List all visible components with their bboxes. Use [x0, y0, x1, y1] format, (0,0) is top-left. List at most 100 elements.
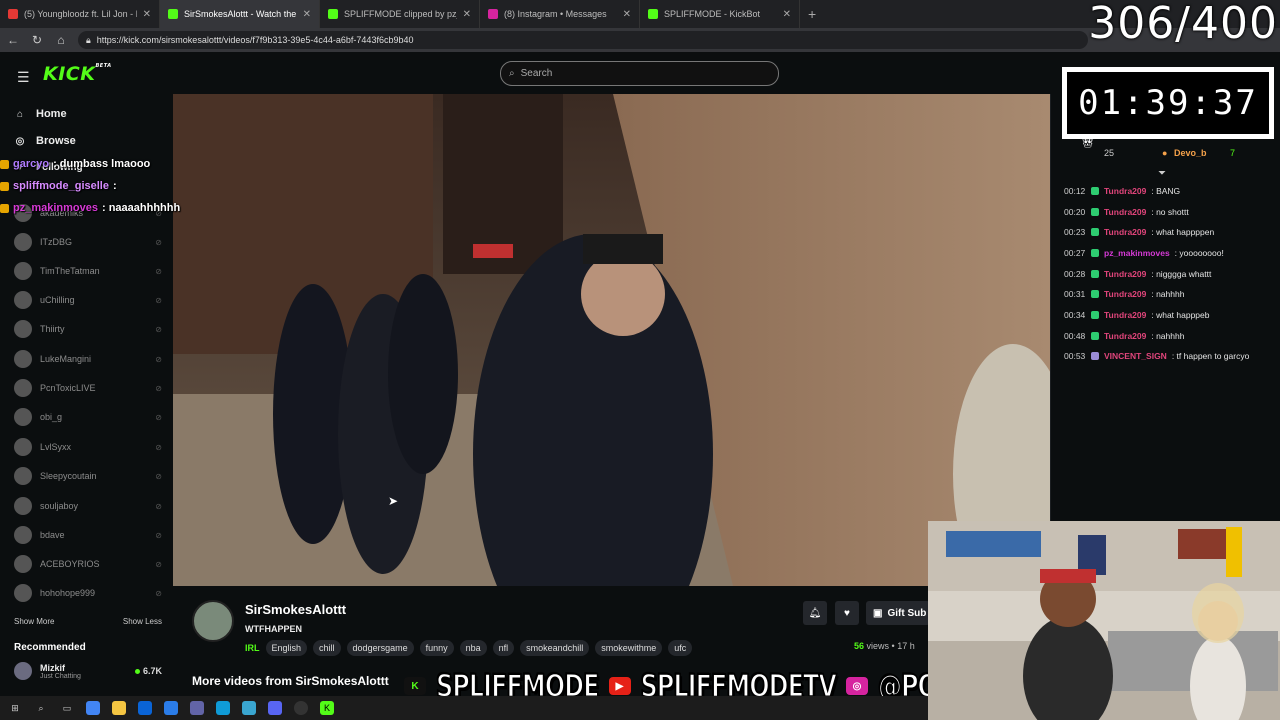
offline-icon: ⊘ [155, 412, 162, 422]
show-more-button[interactable]: Show More [14, 617, 54, 626]
chat-top-gifters: 👑︎ 25 ● Devo_b 7 [1082, 138, 1236, 158]
tag[interactable]: ufc [668, 640, 693, 656]
close-icon[interactable]: ✕ [143, 9, 151, 20]
channel-item[interactable]: TimTheTatman ⊘ [14, 262, 162, 280]
browser-tab[interactable]: SPLIFFMODE clipped by pz_makin✕ [320, 0, 480, 28]
channel-item[interactable]: ACEBOYRIOS ⊘ [14, 555, 162, 573]
viewer-count: 6.7K [134, 666, 162, 676]
overlay-chat-message: pz_makinmoves: naaaahhhhhh [0, 197, 180, 219]
sidebar-item-home[interactable]: ⌂ Home [14, 108, 67, 120]
outlook-icon[interactable] [138, 701, 152, 715]
video-player[interactable] [173, 94, 1050, 586]
webcam-overlay [928, 521, 1280, 720]
live-dot-icon [134, 669, 140, 674]
sidebar-item-browse[interactable]: ◎ Browse [14, 135, 76, 147]
badge-icon [1091, 187, 1099, 195]
tag[interactable]: nba [459, 640, 487, 656]
channel-item[interactable]: obi_g ⊘ [14, 408, 162, 426]
avatar [14, 467, 32, 485]
offline-icon: ⊘ [155, 324, 162, 334]
search-input[interactable]: ⌕ Search [500, 61, 779, 86]
channel-item[interactable]: Sleepycoutain ⊘ [14, 467, 162, 485]
avatar [14, 526, 32, 544]
obs-icon[interactable] [294, 701, 308, 715]
notify-button[interactable]: 🔔︎ [803, 601, 827, 625]
offline-icon: ⊘ [155, 383, 162, 393]
chat-message: 00:34 Tundra209: what happpeb [1064, 310, 1210, 320]
bell-icon: 🔔︎ [808, 607, 822, 619]
mouse-cursor-icon: ➤ [388, 494, 399, 508]
channel-avatar[interactable] [192, 600, 234, 642]
folder-icon[interactable] [112, 701, 126, 715]
badge-icon [1091, 228, 1099, 236]
filter-icon[interactable]: ⏷ [1158, 168, 1166, 179]
edge-icon[interactable] [216, 701, 230, 715]
reload-icon[interactable]: ↻ [30, 33, 44, 47]
category-link[interactable]: IRL [245, 643, 260, 653]
offline-icon: ⊘ [155, 588, 162, 598]
kick-icon[interactable]: K [320, 701, 334, 715]
instagram-icon [488, 9, 498, 19]
tag[interactable]: nfl [492, 640, 515, 656]
follow-button[interactable]: ♥ [835, 601, 859, 625]
channel-item[interactable]: PcnToxicLIVE ⊘ [14, 379, 162, 397]
youtube-icon [8, 9, 18, 19]
menu-icon[interactable]: ☰ [17, 69, 30, 86]
tag[interactable]: smokeandchill [520, 640, 590, 656]
overlay-chat-message: spliffmode_giselle: [0, 175, 180, 197]
browser-tab[interactable]: (8) Instagram • Messages ✕ [480, 0, 640, 28]
instagram-icon: ◎ [845, 677, 868, 695]
overlay-chat-message: garcyo: dumbass lmaooo [0, 153, 180, 175]
home-icon[interactable]: ⌂ [54, 33, 68, 47]
avatar [14, 584, 32, 602]
back-icon[interactable]: ← [6, 33, 20, 47]
close-icon[interactable]: ✕ [623, 9, 631, 20]
channel-item[interactable]: souljaboy ⊘ [14, 497, 162, 515]
kick-logo[interactable]: KICKBETA [43, 63, 112, 85]
show-less-button[interactable]: Show Less [123, 617, 162, 626]
channel-name[interactable]: SirSmokesAlottt [245, 602, 346, 617]
gift-icon: ▣ [873, 607, 883, 619]
close-icon[interactable]: ✕ [303, 9, 311, 20]
gift-sub-button[interactable]: ▣ Gift Sub [866, 601, 930, 625]
offline-icon: ⊘ [155, 237, 162, 247]
windows-icon[interactable]: ⊞ [8, 701, 22, 715]
maps-icon[interactable] [242, 701, 256, 715]
badge-icon [0, 203, 9, 213]
badge-icon [0, 181, 9, 191]
chat-message: 00:27 pz_makinmoves: yoooooooo! [1064, 248, 1224, 258]
new-tab-button[interactable]: + [808, 6, 816, 22]
discord-icon[interactable] [268, 701, 282, 715]
channel-item[interactable]: ITzDBG ⊘ [14, 233, 162, 251]
channel-item[interactable]: LvlSyxx ⊘ [14, 438, 162, 456]
chat-message: 00:20 Tundra209: no shottt [1064, 207, 1189, 217]
url-field[interactable]: 🔒︎ https://kick.com/sirsmokesalottt/video… [78, 31, 1088, 49]
channel-item[interactable]: LukeMangini ⊘ [14, 350, 162, 368]
chrome-icon[interactable] [86, 701, 100, 715]
timer-value: 01:39:37 [1067, 72, 1269, 134]
channel-item[interactable]: hohohope999 ⊘ [14, 584, 162, 602]
channel-item[interactable]: Thiirty ⊘ [14, 320, 162, 338]
channel-item[interactable]: uChilling ⊘ [14, 291, 162, 309]
store-icon[interactable] [164, 701, 178, 715]
browser-tab[interactable]: (5) Youngbloodz ft. Lil Jon - If You✕ [0, 0, 160, 28]
close-icon[interactable]: ✕ [783, 9, 791, 20]
offline-icon: ⊘ [155, 295, 162, 305]
avatar [14, 320, 32, 338]
tag[interactable]: funny [419, 640, 454, 656]
channel-item[interactable]: bdave ⊘ [14, 526, 162, 544]
tag[interactable]: chill [313, 640, 341, 656]
taskview-icon[interactable]: ▭ [60, 701, 74, 715]
browser-tab[interactable]: SPLIFFMODE - KickBot ✕ [640, 0, 800, 28]
badge-icon [1091, 249, 1099, 257]
chat-message: 00:12 Tundra209: BANG [1064, 186, 1181, 196]
tag[interactable]: English [265, 640, 308, 656]
browser-tab-active[interactable]: SirSmokesAlottt - Watch the V ✕ [160, 0, 320, 28]
teams-icon[interactable] [190, 701, 204, 715]
tag[interactable]: smokewithme [595, 640, 663, 656]
recommended-channel[interactable]: Mizkif Just Chatting 6.7K [14, 662, 162, 680]
close-icon[interactable]: ✕ [463, 9, 471, 20]
search-icon[interactable]: ⌕ [34, 701, 48, 715]
tag[interactable]: dodgersgame [346, 640, 414, 656]
offline-icon: ⊘ [155, 471, 162, 481]
